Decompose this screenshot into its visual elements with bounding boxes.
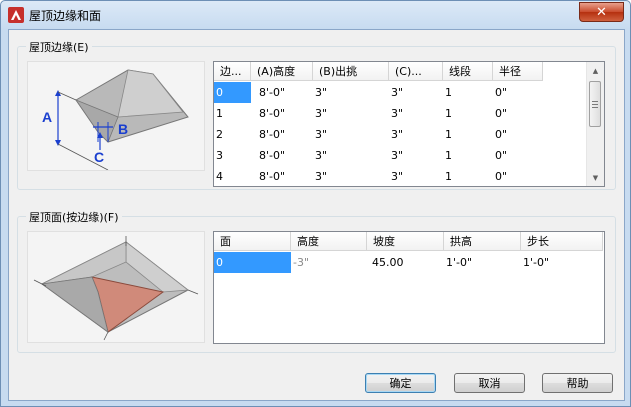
col-slope[interactable]: 坡度 [367,232,444,251]
col-segments[interactable]: 线段 [443,62,493,81]
dialog-client: 屋顶边缘(E) A B C 边... (A)高度 (B)出挑 (C)... 线段… [8,29,625,401]
table-row[interactable]: 0 -3" 45.00 1'-0" 1'-0" [214,252,603,273]
scroll-thumb[interactable] [589,81,601,127]
table-cell[interactable]: 8'-0" [251,124,313,145]
table-cell[interactable]: 3" [389,166,443,186]
roof-face-diagram [33,236,199,341]
table-cell[interactable]: 8'-0" [251,82,313,103]
col-edge[interactable]: 边... [214,62,251,81]
table-row[interactable]: 0 8'-0" 3" 3" 1 0" [214,82,543,103]
col-rise[interactable]: 拱高 [444,232,521,251]
col-face[interactable]: 面 [214,232,291,251]
roof-edges-table[interactable]: 边... (A)高度 (B)出挑 (C)... 线段 半径 0 8'-0" 3"… [213,61,605,187]
table-cell[interactable]: 1 [443,166,493,186]
table-cell[interactable]: 0 [214,252,291,273]
roof-face-illustration [27,231,205,343]
col-overhang[interactable]: (B)出挑 [313,62,389,81]
table-cell[interactable]: 0" [493,124,543,145]
table-cell[interactable]: 1 [443,145,493,166]
dim-label-a: A [42,109,52,125]
table-cell[interactable]: 0" [493,103,543,124]
cancel-button[interactable]: 取消 [454,373,525,393]
roof-faces-header: 面 高度 坡度 拱高 步长 [214,232,603,252]
roof-faces-group: 屋顶面(按边缘)(F) 面 高度 坡度 拱高 步长 0 -3" 45.00 1'… [17,209,616,353]
roof-edges-group: 屋顶边缘(E) A B C 边... (A)高度 (B)出挑 (C)... 线段… [17,39,616,190]
table-cell[interactable]: 1 [443,82,493,103]
table-cell[interactable]: 8'-0" [251,145,313,166]
table-cell[interactable]: 3" [389,124,443,145]
table-cell[interactable]: 1'-0" [521,252,603,273]
table-cell[interactable]: 0" [493,145,543,166]
roof-edge-illustration: A B C [27,61,205,171]
table-cell[interactable]: 3" [313,82,389,103]
table-cell[interactable]: 3" [313,124,389,145]
table-cell[interactable]: 4 [214,166,251,186]
col-height[interactable]: (A)高度 [251,62,313,81]
col-radius[interactable]: 半径 [493,62,543,81]
col-c[interactable]: (C)... [389,62,443,81]
table-cell[interactable]: 3" [389,82,443,103]
table-cell[interactable]: 3 [214,145,251,166]
table-cell[interactable]: 3" [389,103,443,124]
table-cell[interactable]: 3" [389,145,443,166]
dialog-window: 屋顶边缘和面 ✕ 屋顶边缘(E) A B C 边... (A)高度 (B)出挑 … [0,0,631,407]
roof-edges-header: 边... (A)高度 (B)出挑 (C)... 线段 半径 [214,62,543,82]
edges-scrollbar[interactable]: ▲ ▼ [586,62,604,186]
dim-label-c: C [94,149,104,165]
table-cell[interactable]: 1'-0" [444,252,521,273]
ok-button[interactable]: 确定 [365,373,436,393]
close-icon: ✕ [596,4,607,20]
table-cell[interactable]: 1 [443,103,493,124]
autocad-logo-icon [8,7,24,23]
table-cell[interactable]: 0 [214,82,251,103]
roof-faces-table[interactable]: 面 高度 坡度 拱高 步长 0 -3" 45.00 1'-0" 1'-0" [213,231,605,344]
scroll-up-arrow-icon[interactable]: ▲ [587,62,604,79]
roof-edge-diagram: A B C [42,69,189,171]
table-cell[interactable]: 2 [214,124,251,145]
table-row[interactable]: 3 8'-0" 3" 3" 1 0" [214,145,543,166]
table-cell[interactable]: 45.00 [367,252,444,273]
table-row[interactable]: 2 8'-0" 3" 3" 1 0" [214,124,543,145]
col-run[interactable]: 步长 [521,232,603,251]
table-cell[interactable]: 8'-0" [251,103,313,124]
title-bar[interactable]: 屋顶边缘和面 ✕ [1,1,630,29]
scroll-down-arrow-icon[interactable]: ▼ [587,169,604,186]
table-cell[interactable]: 3" [313,145,389,166]
table-cell[interactable]: 1 [214,103,251,124]
roof-faces-label: 屋顶面(按边缘)(F) [26,209,122,225]
table-cell[interactable]: 0" [493,82,543,103]
window-title: 屋顶边缘和面 [29,9,102,23]
table-row[interactable]: 4 8'-0" 3" 3" 1 0" [214,166,543,186]
roof-edges-label: 屋顶边缘(E) [26,39,92,55]
table-row[interactable]: 1 8'-0" 3" 3" 1 0" [214,103,543,124]
grip-icon [592,100,598,108]
table-cell[interactable]: 1 [443,124,493,145]
table-cell[interactable]: 3" [313,103,389,124]
table-cell[interactable]: 3" [313,166,389,186]
table-cell[interactable]: -3" [291,252,367,273]
dim-label-b: B [118,121,128,137]
table-cell[interactable]: 8'-0" [251,166,313,186]
close-button[interactable]: ✕ [579,2,624,22]
table-cell[interactable]: 0" [493,166,543,186]
help-button[interactable]: 帮助 [542,373,613,393]
col-face-height[interactable]: 高度 [291,232,367,251]
